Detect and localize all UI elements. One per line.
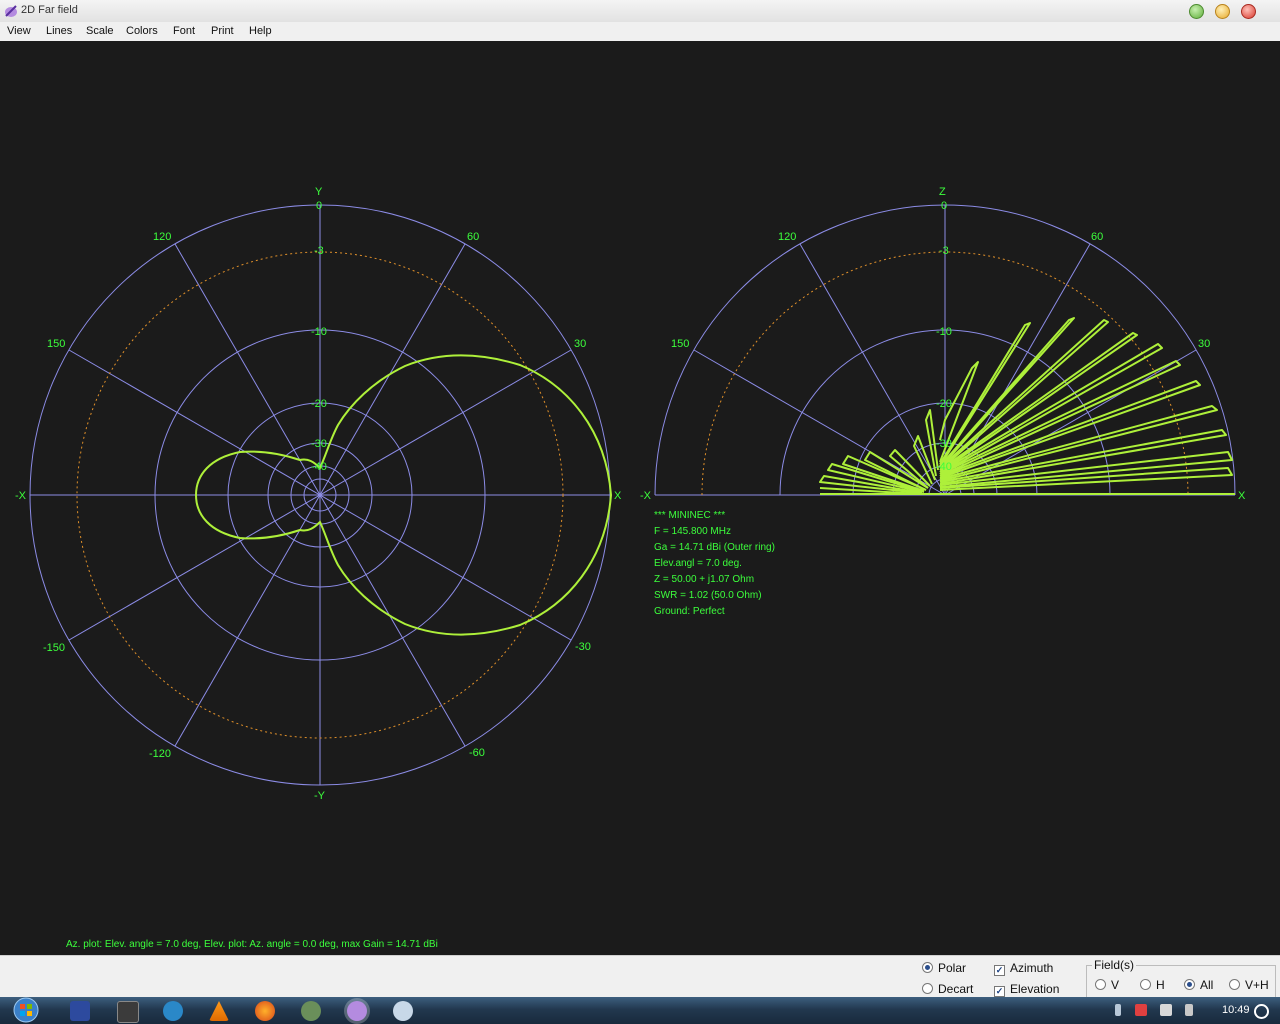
elevation-ring-40: -40 [936,461,952,473]
elevation-angle-120: 120 [778,231,796,243]
decart-radio[interactable]: Decart [922,982,973,996]
decart-radio-indicator[interactable] [922,983,933,994]
window-title: 2D Far field [21,4,78,16]
menu-colors[interactable]: Colors [126,25,158,37]
polar-label: Polar [938,961,967,975]
tray-network-icon[interactable] [1160,1004,1172,1016]
show-desktop-icon[interactable] [1254,1004,1269,1019]
azimuth-angle-120: 120 [153,231,171,243]
elevation-ring-30: -30 [936,438,952,450]
plot-status-text: Az. plot: Elev. angle = 7.0 deg, Elev. p… [66,939,438,950]
firefox-app-icon[interactable] [255,1001,275,1021]
azimuth-ring-40: -40 [311,461,327,473]
elevation-checkbox[interactable]: ✓ Elevation [994,982,1059,997]
decart-label: Decart [938,982,974,996]
elevation-check-icon[interactable]: ✓ [994,986,1005,997]
elevation-label: Elevation [1010,982,1060,996]
azimuth-angle-60: 60 [467,231,479,243]
info-engine: *** MININEC *** [654,510,725,521]
polar-radio[interactable]: Polar [922,961,966,975]
elevation-axis-left: -X [640,490,652,502]
fields-group-title: Field(s) [1092,958,1137,972]
menu-help[interactable]: Help [249,25,272,37]
field-vh-radio[interactable]: V+H [1229,978,1269,992]
menu-lines[interactable]: Lines [46,25,72,37]
menu-view[interactable]: View [7,25,31,37]
azimuth-axis-bottom: -Y [314,790,326,802]
far-field-plots: Y -Y -X X 120 60 150 30 -150 -30 -120 -6… [0,41,1280,955]
elevation-ring-3: -3 [939,245,949,257]
network-app-icon[interactable] [163,1001,183,1021]
azimuth-ring-30: -30 [311,438,327,450]
tray-arrow-icon[interactable] [1115,1004,1121,1016]
menu-font[interactable]: Font [173,25,195,37]
elevation-axis-top: Z [939,186,946,198]
azimuth-angle-neg60: -60 [469,747,485,759]
app-icon [5,5,17,17]
minimize-button[interactable] [1189,4,1204,19]
elevation-angle-60: 60 [1091,231,1103,243]
info-gain: Ga = 14.71 dBi (Outer ring) [654,542,775,553]
field-v-radio[interactable]: V [1095,978,1119,992]
plot-canvas: Y -Y -X X 120 60 150 30 -150 -30 -120 -6… [0,41,1280,955]
azimuth-ring-20: -20 [311,398,327,410]
info-elevation-angle: Elev.angl = 7.0 deg. [654,558,742,569]
field-vh-label: V+H [1245,978,1269,992]
azimuth-angle-30: 30 [574,338,586,350]
azimuth-ring-0: 0 [316,200,322,212]
elevation-ring-0: 0 [941,200,947,212]
azimuth-axis-left: -X [15,490,27,502]
info-ground: Ground: Perfect [654,606,725,617]
field-h-indicator[interactable] [1140,979,1151,990]
field-h-radio[interactable]: H [1140,978,1165,992]
azimuth-angle-150: 150 [47,338,65,350]
elevation-ring-20: -20 [936,398,952,410]
info-frequency: F = 145.800 MHz [654,526,731,537]
azimuth-angle-neg30: -30 [575,641,591,653]
field-v-label: V [1111,978,1120,992]
azimuth-check-icon[interactable]: ✓ [994,965,1005,976]
control-bar: Polar Decart ✓ Azimuth ✓ Elevation Field(s… [0,955,1280,998]
elevation-angle-150: 150 [671,338,689,350]
elevation-angle-30: 30 [1198,338,1210,350]
field-all-label: All [1200,978,1214,992]
start-button[interactable] [8,997,44,1024]
vlc-app-icon[interactable] [209,1001,229,1021]
far-field-app-icon[interactable] [347,1001,367,1021]
taskbar: 10:49 [0,997,1280,1024]
info-impedance: Z = 50.00 + j1.07 Ohm [654,574,754,585]
save-app-icon[interactable] [70,1001,90,1021]
maximize-button[interactable] [1215,4,1230,19]
field-vh-indicator[interactable] [1229,979,1240,990]
taskbar-clock: 10:49 [1222,1004,1250,1016]
azimuth-angle-neg150: -150 [43,642,65,654]
azimuth-axis-right: X [614,490,622,502]
field-all-radio[interactable]: All [1184,978,1213,992]
elevation-axis-right: X [1238,490,1246,502]
azimuth-ring-10: -10 [311,326,327,338]
elevation-ring-10: -10 [936,326,952,338]
field-all-indicator[interactable] [1184,979,1195,990]
azimuth-ring-3: -3 [314,245,324,257]
tray-flag-icon[interactable] [1135,1004,1147,1016]
antenna-app-icon[interactable] [301,1001,321,1021]
title-bar: 2D Far field [0,0,1280,23]
field-v-indicator[interactable] [1095,979,1106,990]
azimuth-checkbox[interactable]: ✓ Azimuth [994,961,1053,976]
azimuth-axis-top: Y [315,186,323,198]
polar-radio-indicator[interactable] [922,962,933,973]
azimuth-label: Azimuth [1010,961,1054,975]
tray-volume-icon[interactable] [1185,1004,1193,1016]
close-button[interactable] [1241,4,1256,19]
media-app-icon[interactable] [117,1001,139,1023]
menu-scale[interactable]: Scale [86,25,114,37]
menu-bar: View Lines Scale Colors Font Print Help [0,22,1280,42]
menu-print[interactable]: Print [211,25,234,37]
field-h-label: H [1156,978,1165,992]
info-swr: SWR = 1.02 (50.0 Ohm) [654,590,762,601]
paint-app-icon[interactable] [393,1001,413,1021]
azimuth-angle-neg120: -120 [149,748,171,760]
